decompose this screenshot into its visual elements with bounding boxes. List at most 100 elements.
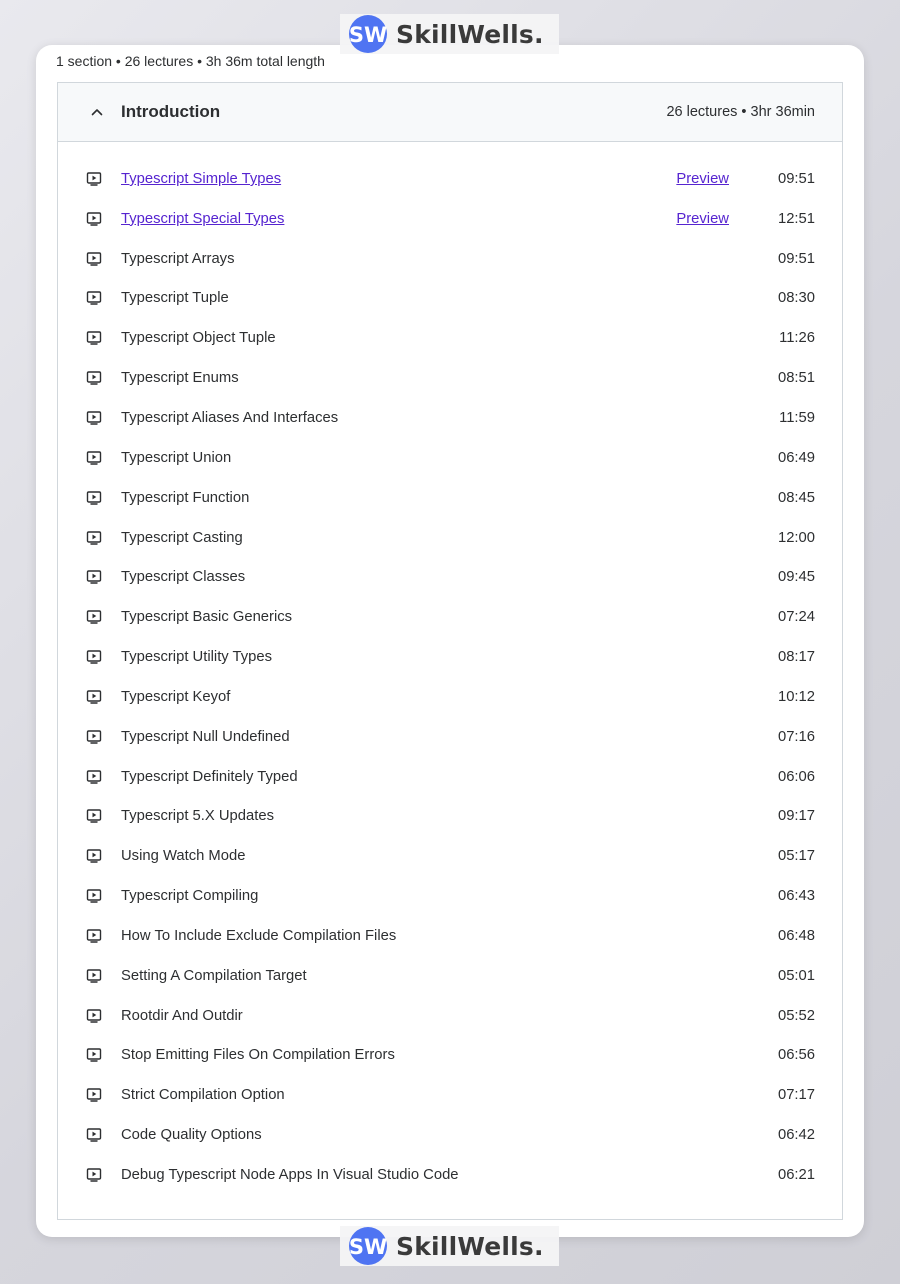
lecture-duration: 11:26	[779, 330, 815, 347]
lecture-title: Typescript 5.X Updates	[121, 808, 274, 825]
lecture-title: Typescript Definitely Typed	[121, 768, 298, 785]
lecture-duration: 08:51	[777, 370, 815, 387]
lecture-title: Stop Emitting Files On Compilation Error…	[121, 1047, 395, 1064]
lecture-duration: 08:17	[777, 649, 815, 666]
lecture-item: Typescript Function 08:45	[58, 478, 842, 518]
lecture-title: Typescript Object Tuple	[121, 330, 276, 347]
lecture-duration: 05:52	[777, 1007, 815, 1024]
lecture-duration: 09:17	[777, 808, 815, 825]
lecture-title: Typescript Union	[121, 449, 232, 466]
skillwells-logo-icon: SW	[349, 1227, 387, 1265]
watermark-initials: SW	[349, 1235, 387, 1259]
video-play-icon	[86, 290, 102, 306]
preview-link[interactable]: Preview	[676, 171, 729, 187]
lecture-duration: 06:42	[777, 1127, 815, 1144]
lecture-title: Strict Compilation Option	[121, 1087, 285, 1104]
lecture-item[interactable]: Typescript Special Types Preview 12:51	[58, 199, 842, 239]
lecture-item: Typescript Null Undefined 07:16	[58, 717, 842, 757]
section-title: Introduction	[121, 102, 221, 121]
video-play-icon	[86, 370, 102, 386]
skillwells-logo-icon: SW	[349, 15, 387, 53]
course-summary: 1 section • 26 lectures • 3h 36m total l…	[56, 53, 325, 69]
lecture-item: Rootdir And Outdir 05:52	[58, 996, 842, 1036]
lecture-duration: 10:12	[777, 688, 815, 705]
video-play-icon	[86, 569, 102, 585]
lecture-item: Typescript Arrays 09:51	[58, 239, 842, 279]
video-play-icon	[86, 769, 102, 785]
lecture-item: Typescript Casting 12:00	[58, 518, 842, 558]
lecture-title: Rootdir And Outdir	[121, 1007, 243, 1024]
lecture-list: Typescript Simple Types Preview 09:51 Types…	[58, 142, 842, 1195]
watermark-brand: SkillWells.	[396, 1231, 544, 1261]
lecture-title: Code Quality Options	[121, 1127, 262, 1144]
video-play-icon	[86, 1167, 102, 1183]
lecture-title: Typescript Casting	[121, 529, 243, 546]
preview-link[interactable]: Preview	[676, 211, 729, 227]
lecture-duration: 06:06	[777, 768, 815, 785]
lecture-title: Typescript Basic Generics	[121, 609, 293, 626]
lecture-item: Typescript Definitely Typed 06:06	[58, 757, 842, 797]
lecture-title: Typescript Keyof	[121, 688, 231, 705]
watermark-initials: SW	[349, 23, 387, 47]
lecture-item: Typescript Utility Types 08:17	[58, 637, 842, 677]
chevron-up-icon[interactable]	[90, 105, 104, 119]
lecture-title[interactable]: Typescript Simple Types	[121, 171, 676, 187]
video-play-icon	[86, 530, 102, 546]
lecture-item: Using Watch Mode 05:17	[58, 836, 842, 876]
lecture-duration: 07:17	[777, 1087, 815, 1104]
video-play-icon	[86, 410, 102, 426]
lecture-duration: 06:21	[777, 1167, 815, 1184]
curriculum-card: 1 section • 26 lectures • 3h 36m total l…	[36, 45, 864, 1237]
lecture-item: Setting A Compilation Target 05:01	[58, 956, 842, 996]
lecture-item: Typescript Object Tuple 11:26	[58, 318, 842, 358]
video-play-icon	[86, 609, 102, 625]
video-play-icon	[86, 450, 102, 466]
lecture-item: Stop Emitting Files On Compilation Error…	[58, 1036, 842, 1076]
lecture-duration: 12:51	[777, 210, 815, 227]
lecture-item: How To Include Exclude Compilation Files…	[58, 916, 842, 956]
lecture-title: Setting A Compilation Target	[121, 967, 307, 984]
video-play-icon	[86, 928, 102, 944]
lecture-title[interactable]: Typescript Special Types	[121, 211, 676, 227]
lecture-title: Debug Typescript Node Apps In Visual Stu…	[121, 1167, 459, 1184]
lecture-item: Debug Typescript Node Apps In Visual Stu…	[58, 1155, 842, 1195]
lecture-title: Typescript Compiling	[121, 888, 259, 905]
lecture-item[interactable]: Typescript Simple Types Preview 09:51	[58, 159, 842, 199]
lecture-title: Typescript Enums	[121, 370, 239, 387]
lecture-item: Typescript 5.X Updates 09:17	[58, 797, 842, 837]
lecture-duration: 05:01	[777, 967, 815, 984]
video-play-icon	[86, 1047, 102, 1063]
video-play-icon	[86, 649, 102, 665]
lecture-duration: 09:45	[777, 569, 815, 586]
lecture-duration: 09:51	[777, 250, 815, 267]
video-play-icon	[86, 1008, 102, 1024]
lecture-title: Typescript Tuple	[121, 290, 229, 307]
video-play-icon	[86, 729, 102, 745]
lecture-item: Typescript Aliases And Interfaces 11:59	[58, 398, 842, 438]
lecture-title: Using Watch Mode	[121, 848, 246, 865]
lecture-title: Typescript Arrays	[121, 250, 235, 267]
lecture-duration: 12:00	[777, 529, 815, 546]
watermark-brand: SkillWells.	[396, 19, 544, 49]
video-play-icon	[86, 251, 102, 267]
lecture-title: Typescript Aliases And Interfaces	[121, 409, 339, 426]
lecture-duration: 06:56	[777, 1047, 815, 1064]
video-play-icon	[86, 330, 102, 346]
video-play-icon	[86, 171, 102, 187]
video-play-icon	[86, 968, 102, 984]
lecture-item: Typescript Keyof 10:12	[58, 677, 842, 717]
lecture-item: Code Quality Options 06:42	[58, 1115, 842, 1155]
video-play-icon	[86, 490, 102, 506]
lecture-title: Typescript Null Undefined	[121, 728, 290, 745]
lecture-duration: 06:43	[777, 888, 815, 905]
lecture-item: Typescript Basic Generics 07:24	[58, 597, 842, 637]
section-meta: 26 lectures • 3hr 36min	[666, 104, 815, 120]
lecture-duration: 07:16	[777, 728, 815, 745]
lecture-duration: 08:45	[777, 489, 815, 506]
lecture-duration: 11:59	[779, 409, 815, 426]
lecture-duration: 05:17	[777, 848, 815, 865]
lecture-item: Typescript Tuple 08:30	[58, 279, 842, 319]
watermark-top: SW SkillWells.	[340, 14, 559, 54]
lecture-duration: 06:48	[777, 927, 815, 944]
section-header[interactable]: Introduction 26 lectures • 3hr 36min	[58, 83, 842, 142]
